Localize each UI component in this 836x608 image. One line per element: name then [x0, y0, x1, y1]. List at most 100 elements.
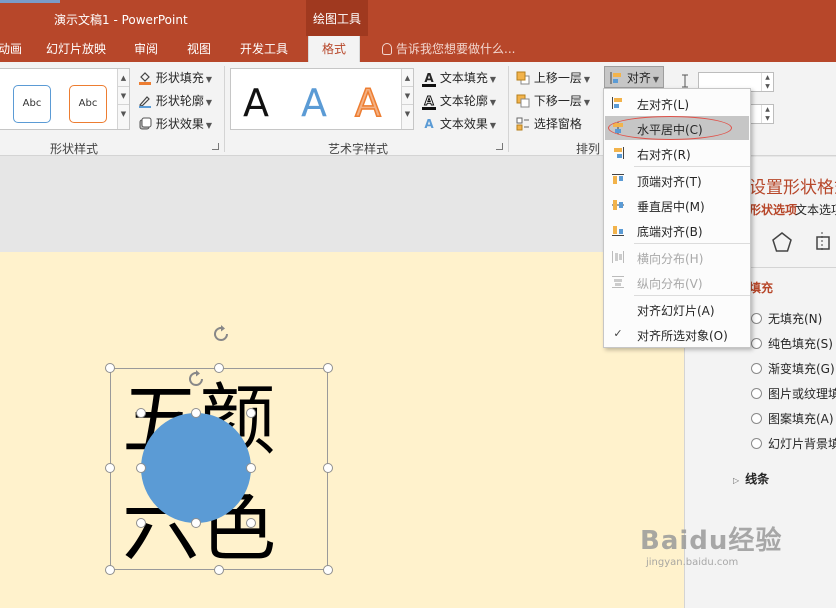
resize-handle[interactable]: [214, 363, 224, 373]
dialog-launcher-icon[interactable]: [496, 143, 503, 150]
radio-label: 图案填充(A): [768, 412, 834, 426]
text-fill-button[interactable]: A 文本填充 ▼: [422, 69, 496, 87]
gallery-more-icon[interactable]: ▼: [118, 105, 129, 123]
gallery-down-icon[interactable]: ▼: [118, 87, 129, 105]
chevron-down-icon: ▼: [583, 75, 590, 84]
text-outline-label: 文本轮廓: [439, 94, 488, 108]
slide[interactable]: [0, 252, 684, 608]
rotate-handle-icon[interactable]: [210, 323, 232, 345]
text-effects-label: 文本效果: [439, 117, 488, 131]
resize-handle[interactable]: [105, 565, 115, 575]
resize-handle[interactable]: [105, 463, 115, 473]
align-button[interactable]: 对齐 ▼: [604, 66, 664, 88]
wordart-black[interactable]: A: [243, 81, 269, 125]
shape-style-orange[interactable]: Abc: [69, 85, 107, 123]
shape-effects-button[interactable]: 形状效果 ▼: [138, 115, 212, 132]
tab-view[interactable]: 视图: [187, 40, 211, 57]
pentagon-icon[interactable]: [771, 231, 793, 253]
send-backward-icon: [516, 94, 530, 108]
menu-item-distribute-vertically: 纵向分布(V): [605, 270, 749, 294]
selection-pane-button[interactable]: 选择窗格: [516, 115, 582, 132]
tell-me-search[interactable]: 告诉我您想要做什么...: [382, 40, 515, 57]
shape-outline-button[interactable]: 形状轮廓 ▼: [138, 92, 212, 109]
send-backward-button[interactable]: 下移一层 ▼: [516, 92, 590, 109]
dialog-launcher-icon[interactable]: [212, 143, 219, 150]
resize-handle[interactable]: [191, 408, 201, 418]
radio-gradient-fill[interactable]: 渐变填充(G): [751, 360, 835, 377]
tab-format[interactable]: 格式: [308, 36, 361, 62]
spin-arrows-icon[interactable]: ▲ ▼: [761, 105, 773, 123]
wordart-orange[interactable]: A: [354, 80, 382, 126]
radio-no-fill[interactable]: 无填充(N): [751, 310, 822, 327]
align-right-icon: [614, 147, 624, 159]
line-section-header[interactable]: ▷ 线条: [733, 470, 769, 487]
resize-handle[interactable]: [246, 463, 256, 473]
bring-forward-button[interactable]: 上移一层 ▼: [516, 69, 590, 86]
fill-section-header[interactable]: 填充: [749, 279, 773, 296]
tab-animations[interactable]: 动画: [0, 40, 22, 57]
align-icon: [610, 72, 621, 84]
shape-style-blue[interactable]: Abc: [13, 85, 51, 123]
gallery-more-icon[interactable]: ▼: [402, 105, 413, 123]
text-fill-icon: A: [422, 72, 436, 87]
gallery-up-icon[interactable]: ▲: [118, 69, 129, 87]
text-effects-button[interactable]: A 文本效果 ▼: [422, 115, 496, 132]
chevron-right-icon: ▷: [733, 476, 740, 485]
menu-item-label: 横向分布(H): [637, 252, 704, 266]
text-outline-button[interactable]: A 文本轮廓 ▼: [422, 92, 496, 110]
shape-style-gallery-scroll[interactable]: ▲ ▼ ▼: [117, 69, 129, 129]
text-fill-label: 文本填充: [439, 71, 488, 85]
menu-item-align-top[interactable]: 顶端对齐(T): [605, 168, 749, 192]
tab-review[interactable]: 审阅: [134, 40, 158, 57]
rotate-handle-icon[interactable]: [185, 368, 207, 390]
menu-item-align-bottom[interactable]: 底端对齐(B): [605, 218, 749, 242]
menu-item-align-middle[interactable]: 垂直居中(M): [605, 193, 749, 217]
radio-solid-fill[interactable]: 纯色填充(S): [751, 335, 833, 352]
resize-handle[interactable]: [246, 518, 256, 528]
pane-title: 设置形状格式: [749, 178, 836, 198]
align-bottom-icon: [612, 226, 624, 236]
radio-icon: [751, 363, 762, 374]
gallery-down-icon[interactable]: ▼: [402, 87, 413, 105]
spin-arrows-icon[interactable]: ▲ ▼: [761, 73, 773, 91]
pencil-icon: [139, 96, 151, 108]
radio-label: 渐变填充(G): [768, 362, 835, 376]
resize-handle[interactable]: [136, 518, 146, 528]
resize-handle[interactable]: [136, 463, 146, 473]
resize-handle[interactable]: [136, 408, 146, 418]
wordart-blue[interactable]: A: [301, 81, 327, 125]
circle-shape[interactable]: [141, 413, 251, 523]
radio-label: 无填充(N): [768, 312, 823, 326]
tab-developer[interactable]: 开发工具: [240, 40, 288, 57]
chevron-down-icon: ▼: [205, 121, 212, 130]
pane-tab-shape-options[interactable]: 形状选项: [749, 201, 797, 218]
gallery-up-icon[interactable]: ▲: [402, 69, 413, 87]
menu-item-align-selected-objects[interactable]: ✓ 对齐所选对象(O): [605, 322, 749, 346]
resize-handle[interactable]: [323, 463, 333, 473]
shape-fill-button[interactable]: 形状填充 ▼: [138, 69, 212, 86]
menu-item-align-right[interactable]: 右对齐(R): [605, 141, 749, 165]
size-properties-icon[interactable]: [811, 231, 833, 253]
resize-handle[interactable]: [323, 363, 333, 373]
radio-icon: [751, 438, 762, 449]
resize-handle[interactable]: [214, 565, 224, 575]
radio-picture-fill[interactable]: 图片或纹理填充(P): [751, 385, 836, 402]
menu-item-label: 底端对齐(B): [637, 225, 703, 239]
group-separator: [224, 66, 225, 152]
resize-handle[interactable]: [105, 363, 115, 373]
shape-style-gallery: Abc Abc ▲ ▼ ▼: [0, 68, 130, 130]
chevron-down-icon: ▼: [489, 121, 496, 130]
resize-handle[interactable]: [323, 565, 333, 575]
editor-canvas-background: [0, 157, 684, 252]
wordart-gallery: A A A ▲ ▼ ▼: [230, 68, 414, 130]
radio-slide-background-fill[interactable]: 幻灯片背景填充(B): [751, 435, 836, 452]
wordart-gallery-scroll[interactable]: ▲ ▼ ▼: [401, 69, 413, 129]
menu-item-align-left[interactable]: 左对齐(L): [605, 91, 749, 115]
tab-slideshow[interactable]: 幻灯片放映: [46, 40, 106, 57]
pane-tab-text-options[interactable]: 文本选项: [795, 201, 836, 218]
menu-item-align-to-slide[interactable]: 对齐幻灯片(A): [605, 297, 749, 321]
ribbon-tab-row: 动画 幻灯片放映 审阅 视图 开发工具 格式 告诉我您想要做什么...: [0, 36, 836, 62]
resize-handle[interactable]: [246, 408, 256, 418]
resize-handle[interactable]: [191, 518, 201, 528]
radio-pattern-fill[interactable]: 图案填充(A): [751, 410, 834, 427]
